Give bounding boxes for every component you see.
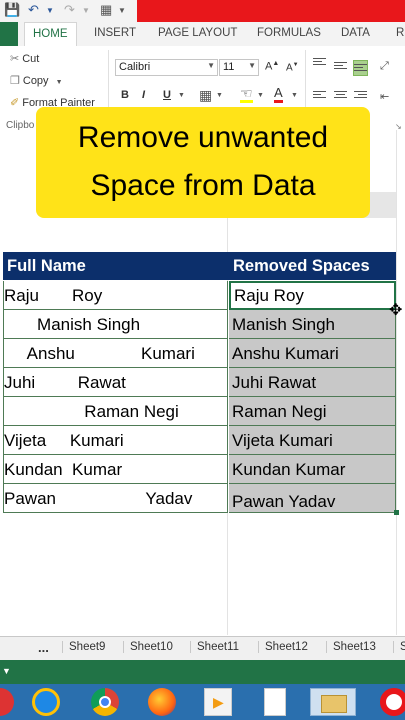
chevron-down-icon: ▼ [248,61,256,70]
banner-line-2: Space from Data [90,169,316,202]
removed-spaces-cell[interactable]: Pawan Yadav [229,484,396,513]
align-right-icon[interactable] [354,91,367,102]
tab-file[interactable] [0,22,18,46]
tab-page-layout[interactable]: PAGE LAYOUT [158,27,237,39]
tab-sheet13[interactable]: Sheet13 [326,641,382,653]
fill-handle[interactable] [394,510,399,515]
header-removed-spaces[interactable]: Removed Spaces [229,252,396,280]
title-bar-highlight [137,0,405,22]
quick-access-toolbar: 💾 ↶ ▼ ↷ ▼ ▦ ▼ [0,0,405,22]
orientation-icon[interactable]: ⤢ [380,60,389,73]
removed-spaces-cell[interactable]: Manish Singh [229,310,396,339]
chevron-down-icon: ▼ [207,61,215,70]
tab-sheet-more[interactable]: S [393,641,405,653]
indent-icon[interactable]: ⇤ [380,90,389,103]
align-center-icon[interactable] [334,91,347,102]
full-name-cell[interactable]: Pawan Yadav [3,484,228,513]
paintbrush-icon: ✐ [10,97,20,109]
borders-dropdown-icon[interactable]: ▼ [216,92,223,99]
sheet-tabs-bar: ... Sheet9 Sheet10 Sheet11 Sheet12 Sheet… [0,636,405,661]
tab-sheet12[interactable]: Sheet12 [258,641,314,653]
status-bar: ▼ [0,660,405,684]
tab-sheet9[interactable]: Sheet9 [62,641,111,653]
copy-button[interactable]: ❐ Copy ▼ [10,74,63,87]
ready-indicator-icon: ▼ [2,666,11,676]
full-name-cell[interactable]: Raman Negi [3,397,228,426]
folder-shape [321,695,347,713]
decrease-font-size-icon[interactable]: A▼ [286,62,299,73]
firefox-icon[interactable] [148,688,176,716]
removed-spaces-cell[interactable]: Raman Negi [229,397,396,426]
save-icon[interactable]: 💾 [4,2,20,18]
removed-spaces-cell[interactable]: Kundan Kumar [229,455,396,484]
full-name-cell[interactable]: Vijeta Kumari [3,426,228,455]
font-color-icon[interactable]: A [274,86,283,103]
windows-explorer-icon[interactable] [0,688,14,716]
font-size-select[interactable]: 11 ▼ [219,59,259,76]
underline-button[interactable]: U [163,89,171,101]
header-full-name[interactable]: Full Name [3,252,229,280]
align-left-icon[interactable] [313,91,326,102]
full-name-cell[interactable]: Manish Singh [3,310,228,339]
font-size-value: 11 [223,61,235,73]
internet-explorer-icon[interactable] [32,688,60,716]
removed-spaces-cell[interactable]: Anshu Kumari [229,339,396,368]
borders-button-icon[interactable]: ▦ [199,87,212,104]
removed-spaces-cell[interactable]: Juhi Rawat [229,368,396,397]
increase-font-size-icon[interactable]: A▲ [265,60,279,73]
file-explorer-icon[interactable] [310,688,356,716]
tab-home[interactable]: HOME [24,22,77,46]
tab-data[interactable]: DATA [341,27,370,39]
file-icon[interactable] [264,688,286,716]
media-player-icon[interactable]: ▶ [204,688,232,716]
opera-icon[interactable] [380,688,405,716]
align-top-icon[interactable] [313,58,326,69]
tab-sheet10[interactable]: Sheet10 [123,641,179,653]
fill-color-dropdown-icon[interactable]: ▼ [257,92,264,99]
play-icon: ▶ [213,694,224,710]
scissors-icon: ✂ [10,53,20,65]
undo-dropdown-icon[interactable]: ▼ [46,6,54,15]
customize-dropdown-icon[interactable]: ▼ [118,6,126,15]
font-name-value: Calibri [119,61,151,73]
copy-dropdown-icon[interactable]: ▼ [56,79,63,86]
taskbar: ▶ [0,684,405,720]
full-name-cell[interactable]: Juhi Rawat [3,368,228,397]
chrome-center [99,696,111,708]
redo-icon[interactable]: ↷ [64,2,75,18]
move-cursor-icon: ✥ [389,302,403,319]
title-banner: Remove unwanted Space from Data [36,107,370,218]
fill-color-icon[interactable]: ☜ [240,86,253,103]
tab-review[interactable]: R [396,27,404,39]
full-name-cell[interactable]: Raju Roy [3,281,228,310]
underline-dropdown-icon[interactable]: ▼ [178,92,185,99]
font-color-dropdown-icon[interactable]: ▼ [291,92,298,99]
tab-formulas[interactable]: FORMULAS [257,27,321,39]
align-bottom-icon[interactable] [353,60,368,76]
column-gridline [396,130,397,635]
tab-sheet11[interactable]: Sheet11 [190,641,245,653]
redo-dropdown-icon[interactable]: ▼ [82,6,90,15]
banner-line-1: Remove unwanted [77,121,329,154]
cut-button[interactable]: ✂ Cut [10,52,39,65]
tab-insert[interactable]: INSERT [94,27,136,39]
bold-button[interactable]: B [121,89,129,101]
chrome-icon[interactable] [91,688,119,716]
italic-button[interactable]: I [142,89,145,101]
undo-icon[interactable]: ↶ [28,2,39,18]
copy-label: Copy [22,75,49,87]
font-name-select[interactable]: Calibri ▼ [115,59,218,76]
align-middle-icon[interactable] [334,62,347,73]
removed-spaces-cell[interactable]: Raju Roy [229,281,396,310]
full-name-cell[interactable]: Anshu Kumari [3,339,228,368]
more-sheets-button[interactable]: ... [38,640,49,655]
copy-icon: ❐ [10,75,20,87]
cut-label: Cut [22,53,40,65]
ribbon-tabs: HOME INSERT PAGE LAYOUT FORMULAS DATA R [0,22,405,47]
borders-icon[interactable]: ▦ [100,2,112,18]
full-name-cell[interactable]: Kundan Kumar [3,455,228,484]
removed-spaces-cell[interactable]: Vijeta Kumari [229,426,396,455]
